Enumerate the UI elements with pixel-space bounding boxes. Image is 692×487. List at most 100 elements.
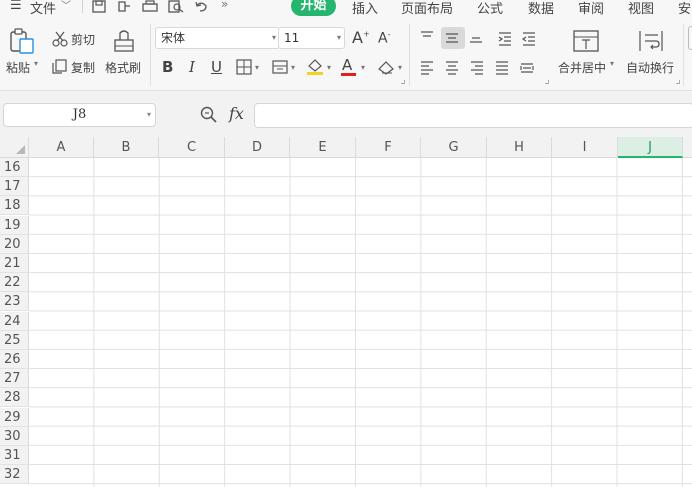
print-preview-icon[interactable] [168,0,184,13]
copy-icon [52,59,67,74]
chevron-down-icon[interactable]: ▾ [398,63,402,72]
chevron-down-icon[interactable]: ▾ [610,59,614,68]
chevron-down-icon[interactable]: ▾ [255,63,259,72]
menu-bar: ☰ 文件 ﹀ » 开始 插入 页面布局 公式 数据 审阅 视图 安 [0,0,692,17]
cell-area[interactable] [29,158,692,487]
ribbon-toolbar: 粘贴 ▾ 剪切 复制 格式刷 宋体 ▾ 11 ▾ A+ A- B I U ▾ ▾… [0,16,692,91]
row-header[interactable]: 16 [0,158,29,177]
row-header[interactable]: 22 [0,273,29,292]
font-color-icon[interactable]: A [342,56,352,74]
more-icon[interactable]: » [221,0,228,11]
chevron-down-icon[interactable]: ▾ [147,104,151,126]
chevron-down-icon: ▾ [271,33,276,42]
select-all-corner[interactable] [0,137,29,158]
clear-format-icon[interactable] [377,59,395,75]
paste-button[interactable]: 粘贴 [6,59,30,76]
formula-input[interactable] [254,103,692,128]
column-header-b[interactable]: B [94,137,159,158]
underline-icon[interactable]: U [211,58,222,76]
border-icon[interactable] [236,59,252,75]
wrap-text-icon[interactable] [637,28,665,54]
font-size-select[interactable]: 11 ▾ [278,27,345,49]
row-header[interactable]: 29 [0,408,29,427]
column-header-d[interactable]: D [225,137,290,158]
row-header[interactable]: 18 [0,196,29,215]
column-header-g[interactable]: G [421,137,487,158]
divider [82,0,83,13]
format-painter-icon[interactable] [112,28,136,54]
row-header[interactable]: 19 [0,216,29,235]
column-header-c[interactable]: C [159,137,225,158]
name-box[interactable]: J8 ▾ [3,103,156,127]
format-painter-button[interactable]: 格式刷 [105,59,141,76]
tab-home[interactable]: 开始 [291,0,336,16]
spreadsheet-grid: A B C D E F G H I J 16 17 18 19 20 21 22… [0,137,692,487]
hamburger-icon[interactable]: ☰ [10,0,22,13]
row-header[interactable]: 23 [0,292,29,311]
tab-insert[interactable]: 插入 [352,0,378,17]
overflow-ribbon-edge [688,26,692,50]
column-header-overflow [683,137,692,158]
font-settings-launcher-icon[interactable] [401,80,405,84]
tab-data[interactable]: 数据 [528,0,554,17]
tab-security[interactable]: 安 [678,0,691,17]
wrap-settings-launcher-icon[interactable] [676,80,680,84]
chevron-down-icon[interactable]: ▾ [361,63,365,72]
print-icon[interactable] [142,0,158,13]
column-header-e[interactable]: E [290,137,356,158]
divider [150,24,151,86]
tab-formulas[interactable]: 公式 [477,0,503,17]
row-header[interactable]: 25 [0,331,29,350]
row-header[interactable]: 21 [0,254,29,273]
zoom-formula-icon[interactable] [200,106,218,123]
paste-dropdown-icon[interactable]: ▾ [34,59,38,68]
formula-bar: J8 ▾ fx [0,91,692,137]
decrease-font-icon[interactable]: A- [378,30,390,47]
column-header-f[interactable]: F [356,137,421,158]
tab-page-layout[interactable]: 页面布局 [401,0,453,17]
column-header-j[interactable]: J [618,137,683,158]
chevron-down-icon: ▾ [336,33,341,42]
italic-icon[interactable]: I [189,58,195,76]
row-header[interactable]: 20 [0,235,29,254]
row-header[interactable]: 26 [0,350,29,369]
chevron-down-icon[interactable]: ﹀ [61,0,71,12]
column-header-i[interactable]: I [552,137,618,158]
cut-button[interactable]: 剪切 [71,31,95,48]
row-header[interactable]: 31 [0,446,29,465]
font-size-value: 11 [284,31,300,45]
row-header[interactable]: 32 [0,465,29,484]
chevron-down-icon[interactable]: ▾ [327,63,331,72]
horizontal-align-group [421,61,534,75]
row-header[interactable]: 30 [0,427,29,446]
column-header-h[interactable]: H [487,137,552,158]
row-header[interactable]: 17 [0,177,29,196]
chevron-down-icon[interactable]: ▾ [291,63,295,72]
tab-review[interactable]: 审阅 [578,0,604,17]
wrap-text-button[interactable]: 自动换行 [626,59,674,76]
save-icon[interactable] [92,0,106,13]
row-header[interactable]: 27 [0,369,29,388]
font-color-swatch [341,73,356,76]
merge-center-icon[interactable] [572,28,600,54]
cell-reference: J8 [72,107,87,122]
alignment-settings-launcher-icon[interactable] [545,80,549,84]
divider [409,24,410,86]
paste-icon[interactable] [8,27,36,55]
fx-icon[interactable]: fx [229,104,244,123]
fill-color-icon[interactable] [306,57,324,76]
merge-center-button[interactable]: 合并居中 [558,59,606,76]
export-pdf-icon[interactable] [116,0,132,13]
cell-format-icon[interactable] [272,59,288,75]
bold-icon[interactable]: B [162,58,173,76]
undo-icon[interactable] [194,0,208,13]
increase-font-icon[interactable]: A+ [352,28,370,47]
copy-button[interactable]: 复制 [71,59,95,76]
font-name-value: 宋体 [161,31,186,45]
row-header[interactable]: 28 [0,388,29,407]
font-name-select[interactable]: 宋体 ▾ [155,27,280,49]
file-menu[interactable]: 文件 [30,0,56,17]
tab-view[interactable]: 视图 [628,0,654,17]
row-header[interactable]: 24 [0,312,29,331]
column-header-a[interactable]: A [29,137,94,158]
